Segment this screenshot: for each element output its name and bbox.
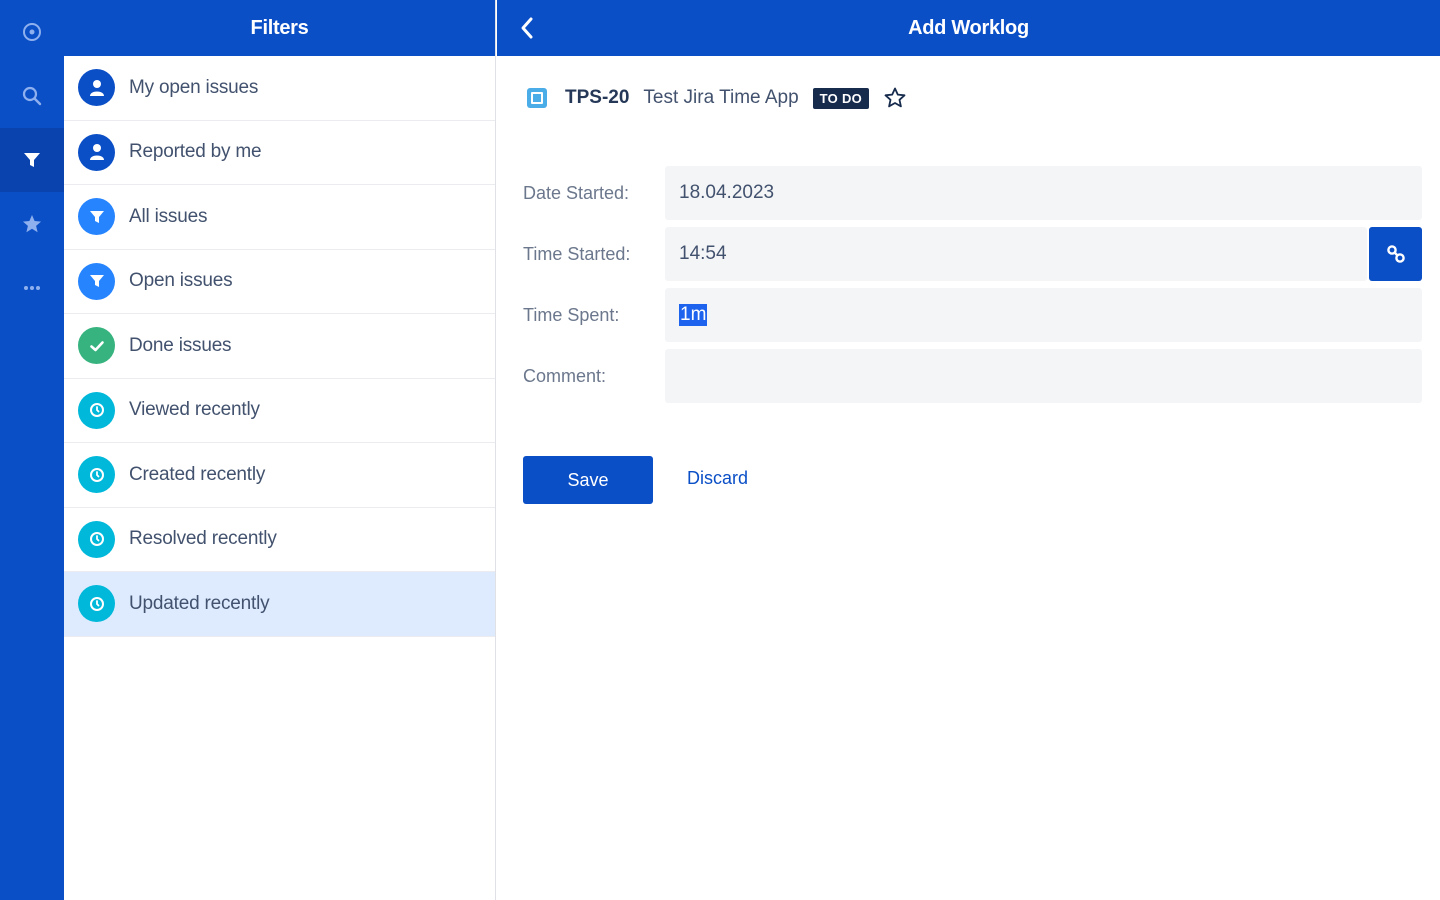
filter-label: All issues — [129, 205, 208, 227]
star-icon — [23, 215, 41, 233]
issues-icon — [23, 23, 41, 41]
filter-my-open-issues[interactable]: My open issues — [64, 56, 495, 121]
app-window: Filters My open issues Reported by me Al… — [0, 0, 1440, 900]
filter-label: Resolved recently — [129, 528, 277, 550]
rail-issues-button[interactable] — [0, 0, 64, 64]
date-started-field[interactable]: 18.04.2023 — [665, 166, 1422, 220]
date-started-label: Date Started: — [523, 182, 630, 203]
filter-open-issues[interactable]: Open issues — [64, 250, 495, 314]
filter-icon — [78, 198, 115, 236]
comment-label: Comment: — [523, 365, 607, 386]
time-started-label: Time Started: — [523, 243, 631, 264]
issue-title: Test Jira Time App — [643, 87, 799, 108]
status-badge: TO DO — [812, 87, 870, 109]
rail-filters-button[interactable] — [0, 128, 64, 192]
filter-icon — [24, 153, 40, 167]
search-icon — [22, 86, 42, 106]
more-icon — [24, 286, 40, 290]
filter-label: Viewed recently — [129, 399, 260, 421]
user-icon — [78, 69, 115, 107]
comment-field[interactable] — [665, 349, 1422, 403]
filter-resolved-recently[interactable]: Resolved recently — [64, 508, 495, 572]
time-spent-label: Time Spent: — [523, 304, 620, 325]
back-button[interactable] — [513, 14, 541, 42]
time-spent-row: Time Spent: 1m — [523, 288, 1423, 342]
worklog-panel: Add Worklog TPS-20 Test Jira Time App TO… — [497, 0, 1440, 900]
issue-summary: TPS-20 Test Jira Time App TO DO — [525, 84, 909, 112]
user-icon — [78, 133, 115, 171]
discard-button[interactable]: Discard — [687, 468, 748, 489]
time-started-row: Time Started: 14:54 — [523, 227, 1423, 281]
worklog-header: Add Worklog — [497, 0, 1440, 56]
issue-key[interactable]: TPS-20 — [565, 87, 629, 109]
task-type-icon — [525, 86, 549, 110]
filter-updated-recently[interactable]: Updated recently — [64, 572, 495, 637]
filter-created-recently[interactable]: Created recently — [64, 443, 495, 508]
filter-label: Open issues — [129, 270, 233, 292]
clock-icon — [78, 391, 115, 429]
filter-all-issues[interactable]: All issues — [64, 185, 495, 250]
rail-starred-button[interactable] — [0, 192, 64, 256]
rail-more-button[interactable] — [0, 256, 64, 320]
filters-title: Filters — [250, 16, 309, 39]
filter-label: Reported by me — [129, 141, 262, 163]
filters-panel: Filters My open issues Reported by me Al… — [64, 0, 496, 900]
icon-rail — [0, 0, 64, 900]
clock-icon — [78, 585, 115, 623]
filter-done-issues[interactable]: Done issues — [64, 314, 495, 379]
link-icon — [1386, 245, 1405, 263]
chevron-left-icon — [521, 17, 533, 39]
filter-icon — [78, 262, 115, 300]
filter-label: My open issues — [129, 76, 259, 98]
clock-icon — [78, 520, 115, 558]
filter-label: Updated recently — [129, 592, 270, 614]
time-spent-field[interactable]: 1m — [665, 288, 1422, 342]
filter-label: Done issues — [129, 334, 232, 356]
star-outline-icon — [884, 87, 906, 108]
rail-search-button[interactable] — [0, 64, 64, 128]
time-spent-value: 1m — [679, 304, 708, 326]
filter-reported-by-me[interactable]: Reported by me — [64, 121, 495, 185]
save-button[interactable]: Save — [523, 456, 653, 504]
filter-viewed-recently[interactable]: Viewed recently — [64, 379, 495, 443]
time-started-field[interactable]: 14:54 — [665, 227, 1367, 281]
comment-row: Comment: — [523, 349, 1423, 403]
time-link-button[interactable] — [1369, 227, 1422, 281]
filters-header: Filters — [64, 0, 495, 56]
favorite-button[interactable] — [881, 84, 909, 112]
check-icon — [78, 327, 115, 365]
filter-label: Created recently — [129, 463, 266, 485]
clock-icon — [78, 456, 115, 494]
page-title: Add Worklog — [908, 16, 1029, 39]
date-started-row: Date Started: 18.04.2023 — [523, 166, 1423, 220]
